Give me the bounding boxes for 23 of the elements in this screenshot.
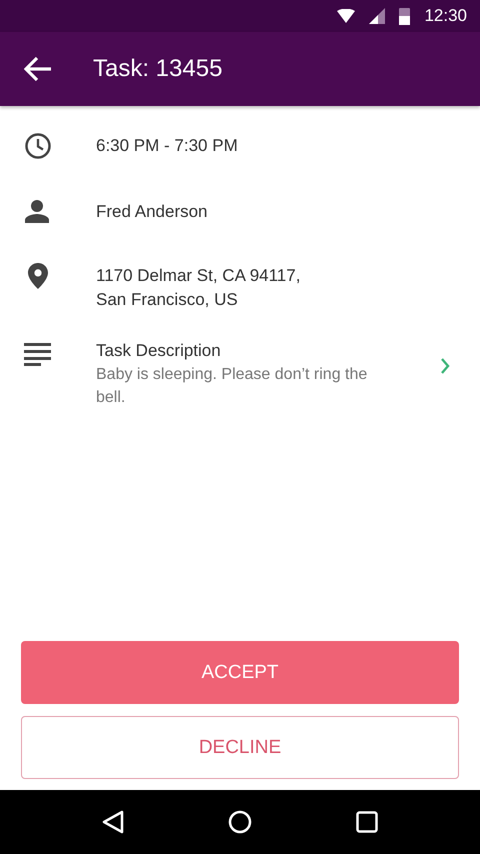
- battery-icon: [399, 7, 410, 25]
- notes-icon: [24, 342, 52, 366]
- back-arrow-icon: [24, 56, 52, 82]
- recents-nav-icon[interactable]: [356, 811, 378, 833]
- description-text: Baby is sleeping. Please don’t ring the bell.: [96, 365, 368, 408]
- screen-title: Task: 13455: [93, 55, 222, 83]
- chevron-right-icon[interactable]: [440, 358, 450, 374]
- clock-icon: [24, 132, 52, 160]
- back-nav-icon[interactable]: [102, 810, 124, 834]
- home-nav-icon[interactable]: [228, 810, 252, 834]
- person-text: Fred Anderson: [96, 201, 209, 223]
- clock-time: 12:30: [424, 6, 467, 26]
- person-icon: [24, 198, 50, 224]
- accept-button[interactable]: ACCEPT: [21, 641, 459, 704]
- signal-icon: [369, 8, 386, 24]
- back-button[interactable]: [23, 54, 53, 84]
- location-text: 1170 Delmar St, CA 94117,: [96, 265, 302, 287]
- description-title: Task Description: [96, 340, 222, 362]
- location-pin-icon: [27, 262, 49, 290]
- decline-button[interactable]: DECLINE: [21, 716, 459, 779]
- wifi-icon: [337, 9, 356, 23]
- location-text: San Francisco, US: [96, 289, 239, 311]
- time-text: 6:30 PM - 7:30 PM: [96, 135, 239, 157]
